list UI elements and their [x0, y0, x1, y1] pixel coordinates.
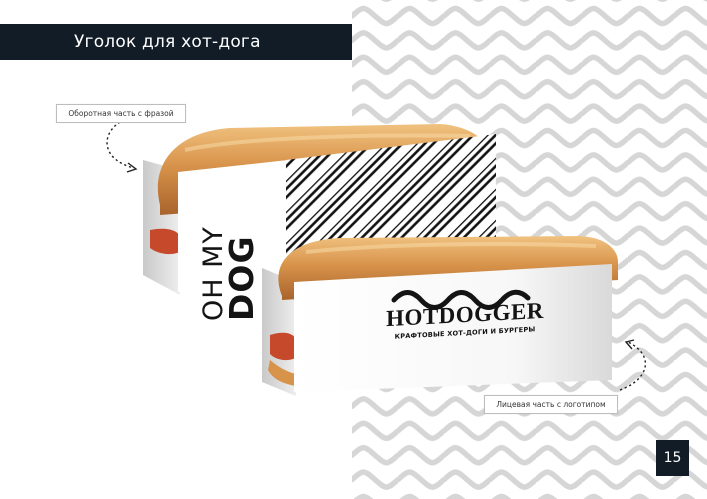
callout-back-side: Оборотная часть с фразой	[56, 104, 186, 123]
phrase-line-2: DOG	[222, 235, 262, 321]
back-holder-phrase: OH MY DOG	[194, 195, 264, 325]
hotdog-holders-image	[143, 124, 618, 396]
callout-front-side: Лицевая часть с логотипом	[484, 395, 618, 414]
page-number: 15	[656, 440, 689, 476]
brochure-page: Уголок для хот-дога OH MY DOG HOTDOGGER …	[0, 0, 707, 499]
